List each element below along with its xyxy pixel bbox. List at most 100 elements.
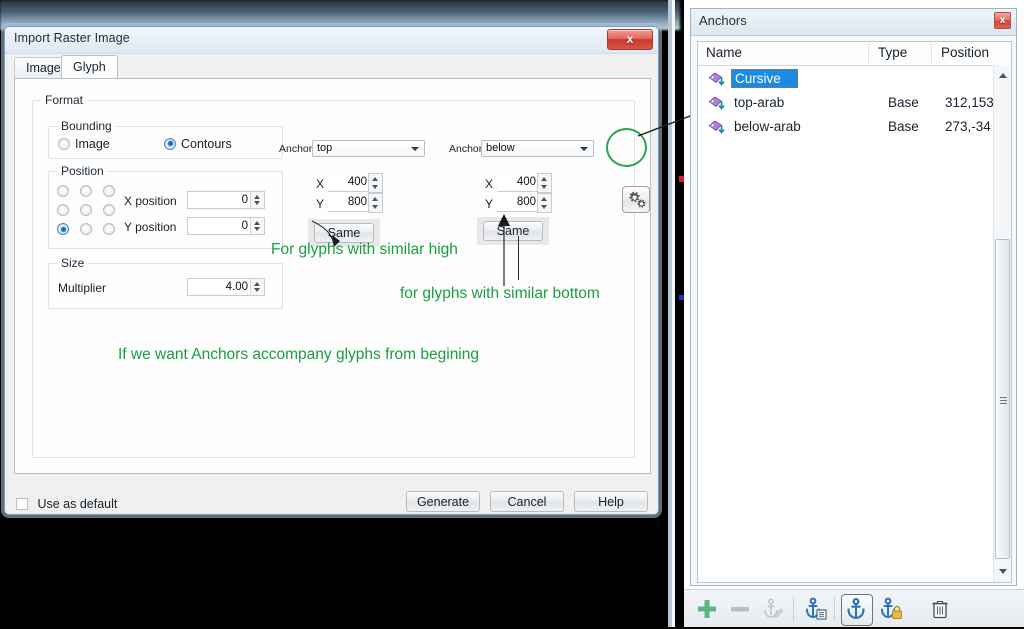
bounding-option-image[interactable]: Image <box>58 135 110 153</box>
scroll-up-icon[interactable] <box>994 67 1011 84</box>
position-grid-top-right[interactable] <box>103 185 115 197</box>
anchor-tag-icon-2 <box>708 96 728 112</box>
anchors-panel-title: Anchors <box>699 13 747 28</box>
dialog-title: Import Raster Image <box>14 31 130 45</box>
annotation-divider-line <box>518 236 519 280</box>
anchor-top-x-label: X <box>316 177 325 191</box>
multiplier-label: Multiplier <box>58 281 107 295</box>
anchor-tag-icon-3 <box>708 120 728 136</box>
anchor-edit-icon <box>764 598 784 618</box>
position-grid-middle-center[interactable] <box>80 204 92 216</box>
anchor-icon <box>847 598 865 619</box>
chevron-down-icon-2 <box>580 147 588 151</box>
anchor-top-value: top <box>317 142 333 154</box>
scrollbar-grip <box>1000 395 1007 404</box>
canvas-marker-blue <box>679 295 684 300</box>
anchor-top-x-arrows[interactable] <box>368 173 383 193</box>
anchor-button[interactable] <box>841 594 873 626</box>
scrollbar-thumb[interactable] <box>995 239 1010 559</box>
trash-icon <box>932 600 948 619</box>
position-group-label: Position <box>57 164 108 178</box>
anchors-close-icon[interactable]: x <box>994 12 1011 29</box>
position-grid-top-left[interactable] <box>57 185 69 197</box>
position-grid-top-center[interactable] <box>80 185 92 197</box>
anchors-toolbar <box>684 589 1024 627</box>
anchor-below-x-label: X <box>485 177 494 191</box>
size-group-label: Size <box>57 256 89 270</box>
anchor-below-select[interactable]: below <box>481 140 594 157</box>
anchor-below-x-stepper[interactable]: 400 <box>497 173 552 193</box>
close-icon[interactable]: x <box>607 29 653 50</box>
plus-icon <box>698 600 716 618</box>
position-grid-bottom-center[interactable] <box>80 223 92 235</box>
bounding-option-contours-label: Contours <box>181 136 232 151</box>
anchor-type-label: Base <box>888 95 919 110</box>
use-as-default-checkbox[interactable] <box>16 497 28 510</box>
bounding-group: Bounding Image Contours <box>48 119 283 159</box>
anchor-lock-button[interactable] <box>876 594 906 624</box>
remove-anchor-button <box>725 594 755 624</box>
help-button[interactable]: Help <box>574 491 648 512</box>
edit-anchor-button <box>758 594 788 624</box>
position-group: Position X position 0 Y position 0 <box>48 164 283 249</box>
anchor-row-cursive[interactable]: Cursive <box>698 68 1011 92</box>
use-as-default-label: Use as default <box>37 496 118 511</box>
position-grid-bottom-right[interactable] <box>103 223 115 235</box>
anchor-row-top-arab[interactable]: top-arab Base 312,153 <box>698 92 1011 116</box>
bounding-option-contours[interactable]: Contours <box>164 135 232 153</box>
anchor-position-label: 312,153 <box>945 95 994 110</box>
column-header-position[interactable]: Position <box>941 45 989 60</box>
tab-strip: Image Glyph <box>14 55 651 79</box>
anchor-top-label: Anchor: <box>279 143 316 155</box>
anchor-below-x-arrows[interactable] <box>537 173 552 193</box>
anchor-settings-gear-button[interactable] <box>622 186 650 213</box>
position-grid-middle-right[interactable] <box>103 204 115 216</box>
anchor-below-y-stepper[interactable]: 800 <box>497 193 552 213</box>
anchor-name-label: top-arab <box>734 95 785 110</box>
column-header-name[interactable]: Name <box>706 45 742 60</box>
dialog-footer: Use as default Generate Cancel Help <box>5 482 658 514</box>
anchors-column-header: Name Type Position <box>698 42 1011 66</box>
background-divider-strip-2 <box>672 0 675 627</box>
bounding-group-label: Bounding <box>57 119 116 133</box>
anchor-position-label-2: 273,-34 <box>945 119 991 134</box>
anchor-below-label: Anchor: <box>449 143 486 155</box>
anchor-below-y-arrows[interactable] <box>537 193 552 213</box>
radio-contours[interactable] <box>164 137 176 150</box>
anchor-row-below-arab[interactable]: below-arab Base 273,-34 <box>698 116 1011 140</box>
anchors-list-scrollbar[interactable] <box>993 65 1011 582</box>
canvas-marker-red <box>679 176 684 182</box>
anchor-lock-icon <box>881 597 902 619</box>
x-position-label: X position <box>124 194 177 208</box>
anchor-top-x-stepper[interactable]: 400 <box>328 173 383 193</box>
generate-button[interactable]: Generate <box>406 491 480 512</box>
minus-icon <box>731 607 749 612</box>
delete-anchor-button[interactable] <box>925 594 957 624</box>
anchors-listbox[interactable]: Name Type Position Cursive top-arab Base… <box>697 41 1012 583</box>
anchor-below-y-label: Y <box>485 197 494 211</box>
import-raster-image-dialog: Import Raster Image x Image Glyph Format… <box>4 26 659 515</box>
format-group-label: Format <box>41 93 88 107</box>
anchor-list-button[interactable] <box>801 594 831 624</box>
add-anchor-button[interactable] <box>692 594 722 624</box>
position-grid-middle-left[interactable] <box>57 204 69 216</box>
radio-image[interactable] <box>58 137 70 150</box>
multiplier-spinner-arrows[interactable] <box>250 279 264 295</box>
gear-icon <box>629 191 646 208</box>
size-group: Size Multiplier 4.00 <box>48 256 283 309</box>
anchor-top-select[interactable]: top <box>312 140 425 157</box>
anchor-name-input[interactable]: Cursive <box>731 69 798 88</box>
use-as-default-row[interactable]: Use as default <box>16 495 117 513</box>
anchor-tag-icon <box>708 72 728 88</box>
glyph-tab-panel: Format Bounding Image Contours Position <box>14 78 651 474</box>
scroll-down-icon[interactable] <box>994 563 1011 580</box>
annotation-arrow-top <box>311 220 340 247</box>
multiplier-stepper[interactable]: 4.00 <box>187 278 265 296</box>
anchors-panel-titlebar: Anchors x <box>691 9 1016 36</box>
cancel-button[interactable]: Cancel <box>490 491 564 512</box>
column-header-type[interactable]: Type <box>878 45 907 60</box>
anchors-panel: Anchors x Name Type Position Cursive top… <box>690 8 1017 586</box>
position-grid-bottom-left[interactable] <box>57 223 69 235</box>
tab-glyph[interactable]: Glyph <box>61 55 118 78</box>
y-position-label: Y position <box>124 220 177 234</box>
